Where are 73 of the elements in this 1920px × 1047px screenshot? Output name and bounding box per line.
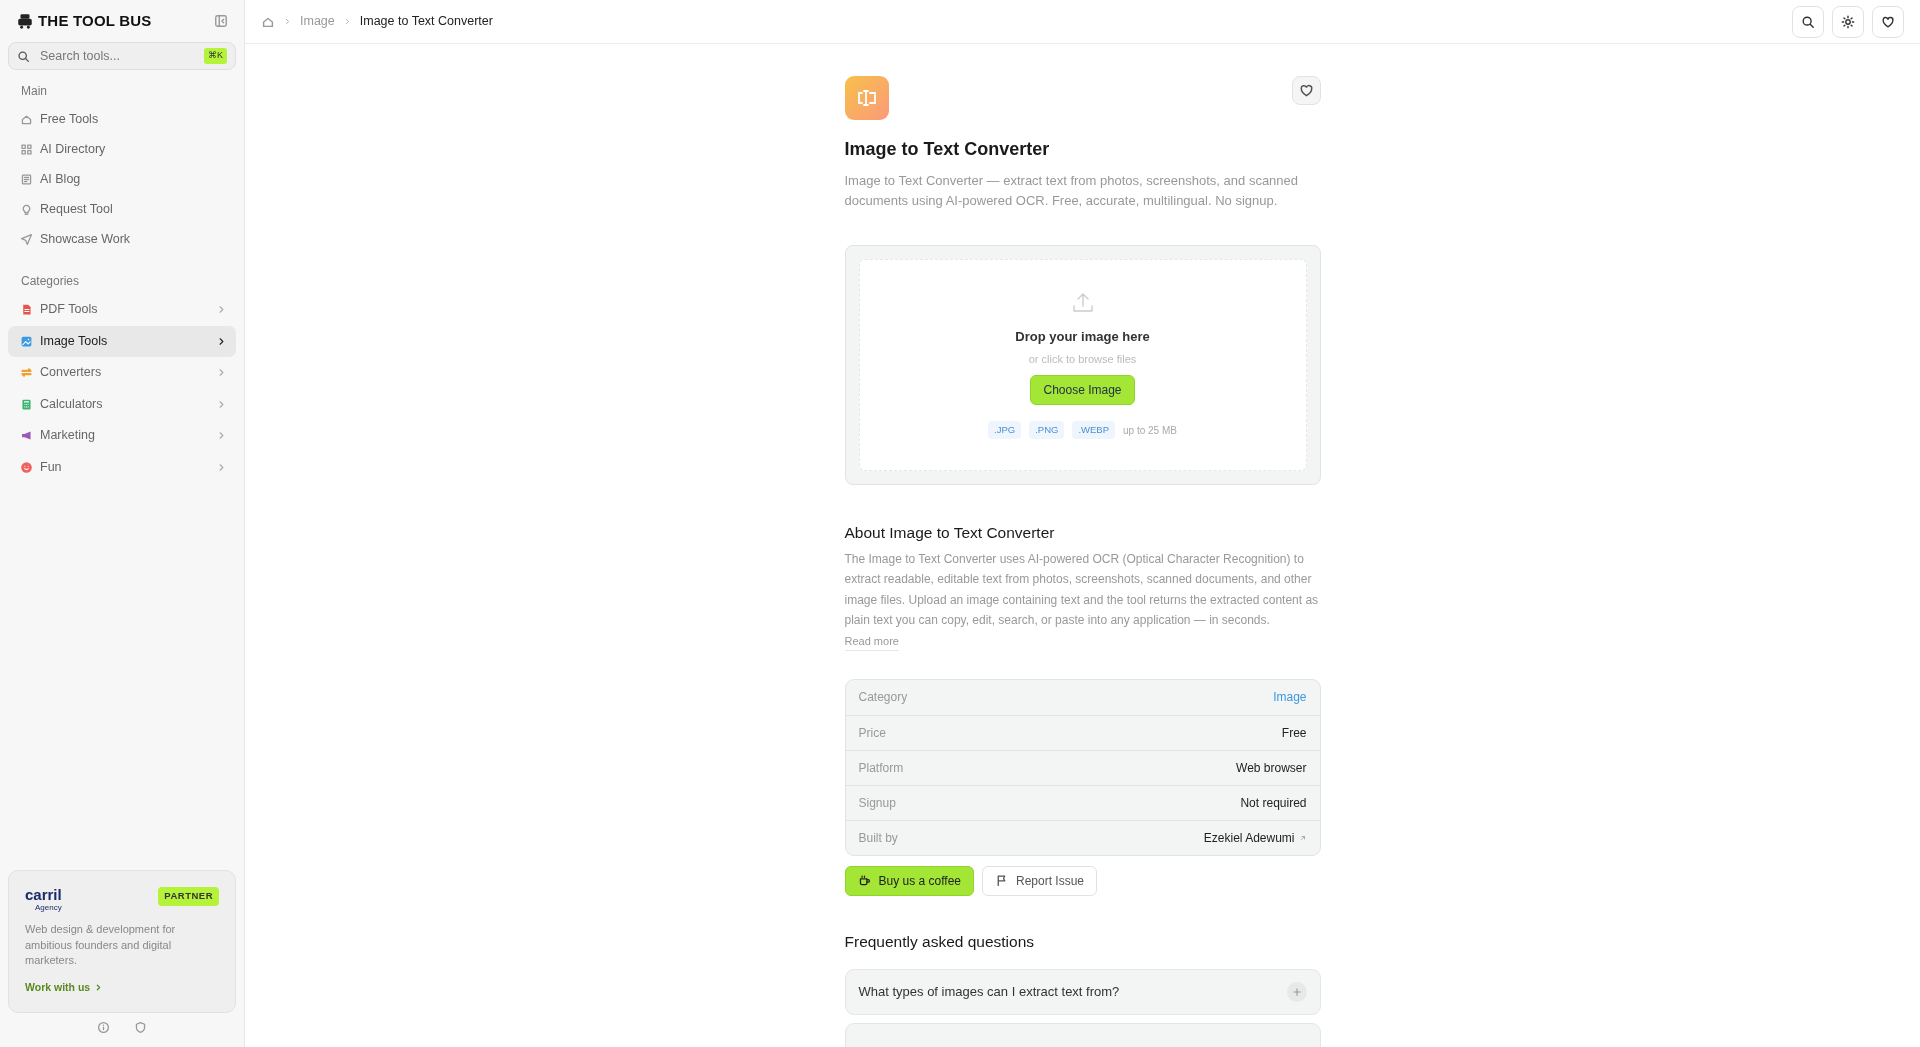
page-title: Image to Text Converter bbox=[844, 138, 1051, 161]
detail-value: Not required bbox=[1240, 794, 1307, 812]
search-bar[interactable]: Search tools... ⌘K bbox=[8, 42, 236, 70]
tool-description: Image to Text Converter — extract text from photos, screenshots, and scanned documents using AI-powered OCR. Free, accurate, multilingual. No signup. bbox=[844, 172, 1300, 211]
format-tag: .JPG bbox=[988, 421, 1022, 440]
theme-toggle-button[interactable] bbox=[1832, 5, 1864, 38]
paper-plane-icon bbox=[20, 232, 33, 246]
detail-label: Price bbox=[858, 724, 886, 742]
external-link-icon bbox=[1298, 833, 1307, 842]
sidebar-toggle-icon[interactable] bbox=[214, 14, 228, 28]
sidebar-item[interactable]: AI Blog bbox=[8, 164, 236, 194]
faq-item[interactable]: What types of images can I extract text from? bbox=[844, 968, 1321, 1015]
drop-zone[interactable]: Drop your image here or click to browse files Choose Image .JPG .PNG .WEBP up to 25 MB bbox=[858, 259, 1307, 472]
search-icon bbox=[1801, 14, 1815, 29]
work-with-us-link[interactable]: Work with us bbox=[25, 979, 104, 996]
search-button[interactable] bbox=[1792, 5, 1824, 38]
about-text: The Image to Text Converter uses AI-powered OCR (Optical Character Recognition) to extract readable, editable text from photos, screenshots, scanned documents, and other image files. Upload an image containing text and the tool returns the extracted content as plain text you can copy, edit, search, or paste into any application — in seconds. bbox=[844, 550, 1320, 630]
section-heading: Frequently asked questions bbox=[844, 931, 1036, 952]
breadcrumb-link[interactable]: Image bbox=[300, 12, 335, 31]
partner-badge: PARTNER bbox=[158, 887, 219, 906]
partner-logo: carril bbox=[25, 887, 62, 903]
search-icon bbox=[17, 49, 30, 63]
size-limit: up to 25 MB bbox=[1123, 423, 1177, 438]
expand-toggle[interactable] bbox=[1286, 981, 1307, 1002]
favorites-button[interactable] bbox=[1872, 5, 1904, 38]
search-field[interactable]: Search tools... bbox=[38, 45, 196, 67]
read-more-link[interactable]: Read more bbox=[844, 633, 899, 651]
detail-label: Category bbox=[858, 689, 908, 707]
bus-icon bbox=[16, 12, 34, 30]
partner-description: Web design & development for ambitious founders and digital marketers. bbox=[25, 922, 177, 969]
section-title: Categories bbox=[20, 273, 81, 290]
breadcrumb-current: Image to Text Converter bbox=[359, 13, 493, 31]
newspaper-icon bbox=[20, 172, 33, 186]
shield-icon[interactable] bbox=[134, 1021, 147, 1034]
format-tag: .WEBP bbox=[1072, 421, 1116, 440]
detail-label: Built by bbox=[858, 829, 898, 847]
section-title: Main bbox=[20, 83, 48, 100]
cup-icon bbox=[857, 874, 871, 888]
shortcut-key: ⌘K bbox=[204, 48, 227, 64]
detail-label: Platform bbox=[858, 759, 904, 777]
lightbulb-icon bbox=[20, 202, 33, 216]
heart-icon bbox=[1298, 83, 1314, 98]
grid-icon bbox=[20, 142, 33, 156]
chevron-right-icon bbox=[283, 17, 292, 26]
section-heading: About Image to Text Converter bbox=[844, 523, 1056, 544]
logo[interactable]: THE TOOL BUS bbox=[38, 9, 152, 33]
author-link[interactable]: Ezekiel Adewumi bbox=[1203, 828, 1295, 847]
detail-label: Signup bbox=[858, 794, 896, 812]
sidebar-item[interactable]: Calculators bbox=[8, 388, 236, 420]
info-icon[interactable] bbox=[97, 1021, 110, 1034]
partner-logo-subtitle: Agency bbox=[34, 902, 62, 915]
sidebar-item[interactable]: AI Directory bbox=[8, 134, 236, 164]
buy-coffee-button[interactable]: Buy us a coffee bbox=[844, 865, 974, 896]
favorite-button[interactable] bbox=[1291, 76, 1321, 105]
choose-image-button[interactable]: Choose Image bbox=[1030, 375, 1135, 406]
sidebar-item[interactable]: Converters bbox=[8, 357, 236, 389]
detail-value: Free bbox=[1281, 724, 1307, 742]
format-tag: .PNG bbox=[1029, 421, 1065, 440]
sun-icon bbox=[1841, 14, 1855, 29]
sidebar-item[interactable]: Request Tool bbox=[8, 194, 236, 224]
drop-hint: or click to browse files bbox=[1028, 351, 1137, 367]
drop-title: Drop your image here bbox=[1015, 328, 1150, 347]
heart-icon bbox=[1881, 14, 1895, 29]
sidebar-item[interactable]: PDF Tools bbox=[8, 294, 236, 326]
detail-value: Web browser bbox=[1236, 759, 1307, 777]
report-issue-button[interactable]: Report Issue bbox=[982, 865, 1098, 896]
plus-icon bbox=[1291, 986, 1302, 997]
sidebar-item[interactable]: Fun bbox=[8, 451, 236, 483]
flag-icon bbox=[995, 874, 1008, 888]
sidebar-item[interactable]: Free Tools bbox=[8, 104, 236, 134]
sidebar-item[interactable]: Showcase Work bbox=[8, 224, 236, 254]
sidebar-item[interactable]: Image Tools bbox=[8, 325, 236, 357]
sidebar-item[interactable]: Marketing bbox=[8, 420, 236, 452]
